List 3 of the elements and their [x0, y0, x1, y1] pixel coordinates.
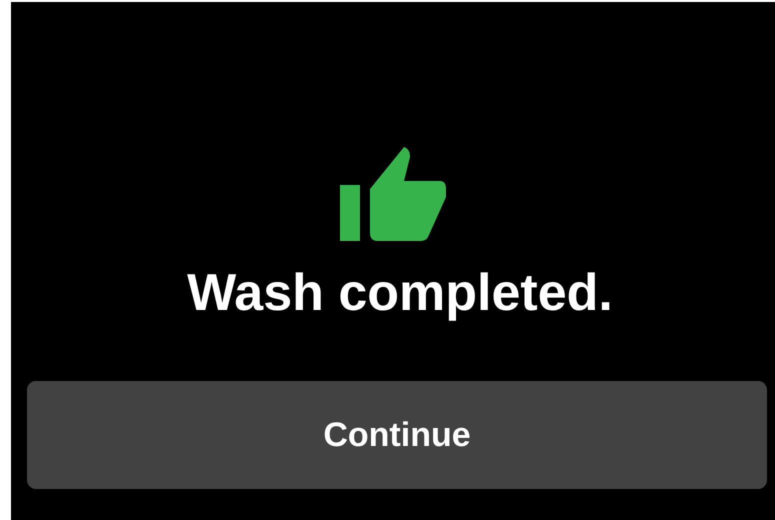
continue-button[interactable]: Continue — [27, 381, 767, 489]
thumbs-up-icon — [340, 145, 446, 241]
status-message: Wash completed. — [187, 263, 613, 324]
